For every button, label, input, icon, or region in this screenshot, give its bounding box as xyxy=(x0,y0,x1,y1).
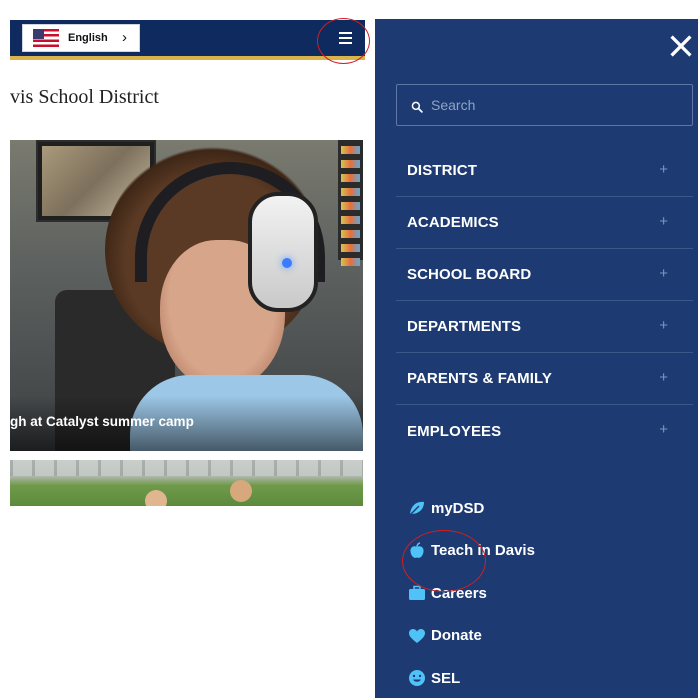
quick-link-label: Donate xyxy=(431,627,482,645)
plus-icon[interactable]: + xyxy=(659,265,668,282)
header-accent-stripe xyxy=(10,56,365,60)
menu-item-label: ACADEMICS xyxy=(407,214,499,231)
page: English › vis School District gh at Cata… xyxy=(0,0,698,698)
menu-item-district[interactable]: DISTRICT + xyxy=(396,145,693,197)
menu-item-label: SCHOOL BOARD xyxy=(407,266,532,283)
search-icon xyxy=(411,101,423,113)
menu-item-employees[interactable]: EMPLOYEES + xyxy=(396,405,693,457)
menu-item-label: DISTRICT xyxy=(407,162,477,179)
heart-icon xyxy=(408,627,426,645)
plus-icon[interactable]: + xyxy=(659,213,668,230)
search-box[interactable] xyxy=(396,84,693,126)
quick-link-label: myDSD xyxy=(431,499,485,517)
language-label: English xyxy=(68,32,108,44)
menu-item-label: PARENTS & FAMILY xyxy=(407,370,552,387)
highlight-circle-menu xyxy=(317,18,370,64)
navigation-drawer: DISTRICT + ACADEMICS + SCHOOL BOARD + DE… xyxy=(375,19,698,698)
search-input[interactable] xyxy=(431,97,681,113)
quick-link-mydsd[interactable]: myDSD xyxy=(408,487,688,530)
menu-item-school-board[interactable]: SCHOOL BOARD + xyxy=(396,249,693,301)
main-menu: DISTRICT + ACADEMICS + SCHOOL BOARD + DE… xyxy=(396,145,693,457)
news-photo[interactable] xyxy=(10,460,363,506)
menu-item-label: EMPLOYEES xyxy=(407,422,502,440)
hero-image[interactable]: gh at Catalyst summer camp xyxy=(10,140,363,451)
quick-link-teach-in-davis[interactable]: Teach in Davis xyxy=(408,530,688,573)
menu-item-academics[interactable]: ACADEMICS + xyxy=(396,197,693,249)
plus-icon[interactable]: + xyxy=(659,421,668,438)
close-icon[interactable] xyxy=(666,31,696,61)
leaf-icon xyxy=(408,499,426,517)
apple-icon xyxy=(408,542,426,560)
page-title: vis School District xyxy=(10,86,159,108)
plus-icon[interactable]: + xyxy=(659,161,668,178)
quick-link-careers[interactable]: Careers xyxy=(408,572,688,615)
smiley-icon xyxy=(408,669,426,687)
us-flag-icon xyxy=(33,29,59,47)
quick-link-label: Teach in Davis xyxy=(431,542,535,560)
hero-caption: gh at Catalyst summer camp xyxy=(10,396,363,451)
quick-links: myDSD Teach in Davis Careers Donate SEL xyxy=(408,487,688,698)
briefcase-icon xyxy=(408,584,426,602)
quick-link-label: SEL xyxy=(431,669,461,687)
hero-caption-text: gh at Catalyst summer camp xyxy=(10,414,194,429)
menu-item-label: DEPARTMENTS xyxy=(407,318,522,335)
plus-icon[interactable]: + xyxy=(659,369,668,386)
quick-link-donate[interactable]: Donate xyxy=(408,615,688,658)
menu-item-parents-family[interactable]: PARENTS & FAMILY + xyxy=(396,353,693,405)
quick-link-sel[interactable]: SEL xyxy=(408,657,688,698)
plus-icon[interactable]: + xyxy=(659,317,668,334)
menu-item-departments[interactable]: DEPARTMENTS + xyxy=(396,301,693,353)
chevron-right-icon: › xyxy=(122,29,127,46)
quick-link-label: Careers xyxy=(431,584,487,602)
language-selector[interactable]: English › xyxy=(22,24,140,52)
